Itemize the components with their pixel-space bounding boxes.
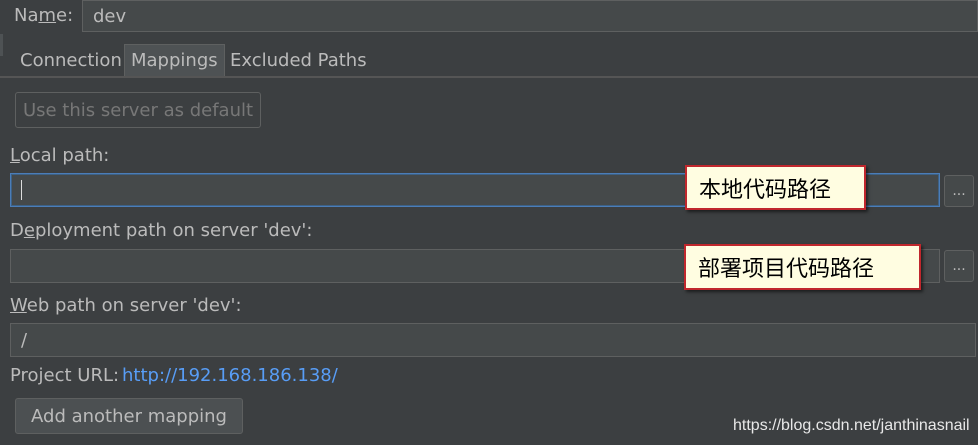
- add-mapping-label: Add another mapping: [31, 405, 227, 427]
- use-as-default-button[interactable]: Use this server as default: [15, 92, 261, 128]
- ellipsis-icon: ...: [952, 183, 966, 199]
- tab-excluded-paths[interactable]: Excluded Paths: [224, 44, 373, 76]
- tab-mappings[interactable]: Mappings: [124, 44, 225, 76]
- web-path-value: /: [21, 329, 28, 351]
- use-as-default-label: Use this server as default: [22, 99, 254, 121]
- deployment-path-browse-button[interactable]: ...: [944, 250, 974, 282]
- panel-edge: [0, 34, 3, 56]
- add-mapping-button[interactable]: Add another mapping: [15, 398, 243, 434]
- tab-excluded-paths-label: Excluded Paths: [230, 49, 367, 71]
- web-path-label: Web path on server 'dev':: [10, 295, 242, 316]
- tab-connection[interactable]: Connection: [14, 44, 128, 76]
- project-url-link[interactable]: http://192.168.186.138/: [122, 365, 338, 386]
- project-url-label: Project URL:: [10, 365, 120, 386]
- name-value: dev: [93, 5, 127, 27]
- local-path-label: Local path:: [10, 145, 110, 166]
- deployment-path-callout: 部署项目代码路径: [684, 244, 921, 290]
- tab-mappings-label: Mappings: [131, 50, 218, 71]
- name-input[interactable]: dev: [82, 0, 978, 32]
- local-path-callout-text: 本地代码路径: [699, 177, 832, 203]
- local-path-browse-button[interactable]: ...: [944, 175, 974, 207]
- name-label: Name:: [14, 5, 74, 26]
- deployment-path-label: Deployment path on server 'dev':: [10, 220, 313, 241]
- text-cursor: [21, 180, 22, 200]
- local-path-callout: 本地代码路径: [685, 165, 866, 210]
- ellipsis-icon: ...: [952, 258, 966, 274]
- tab-divider: [0, 76, 978, 78]
- deployment-path-callout-text: 部署项目代码路径: [698, 257, 875, 282]
- web-path-input[interactable]: /: [10, 323, 976, 357]
- tab-connection-label: Connection: [20, 49, 122, 71]
- watermark: https://blog.csdn.net/janthinasnail: [733, 417, 970, 434]
